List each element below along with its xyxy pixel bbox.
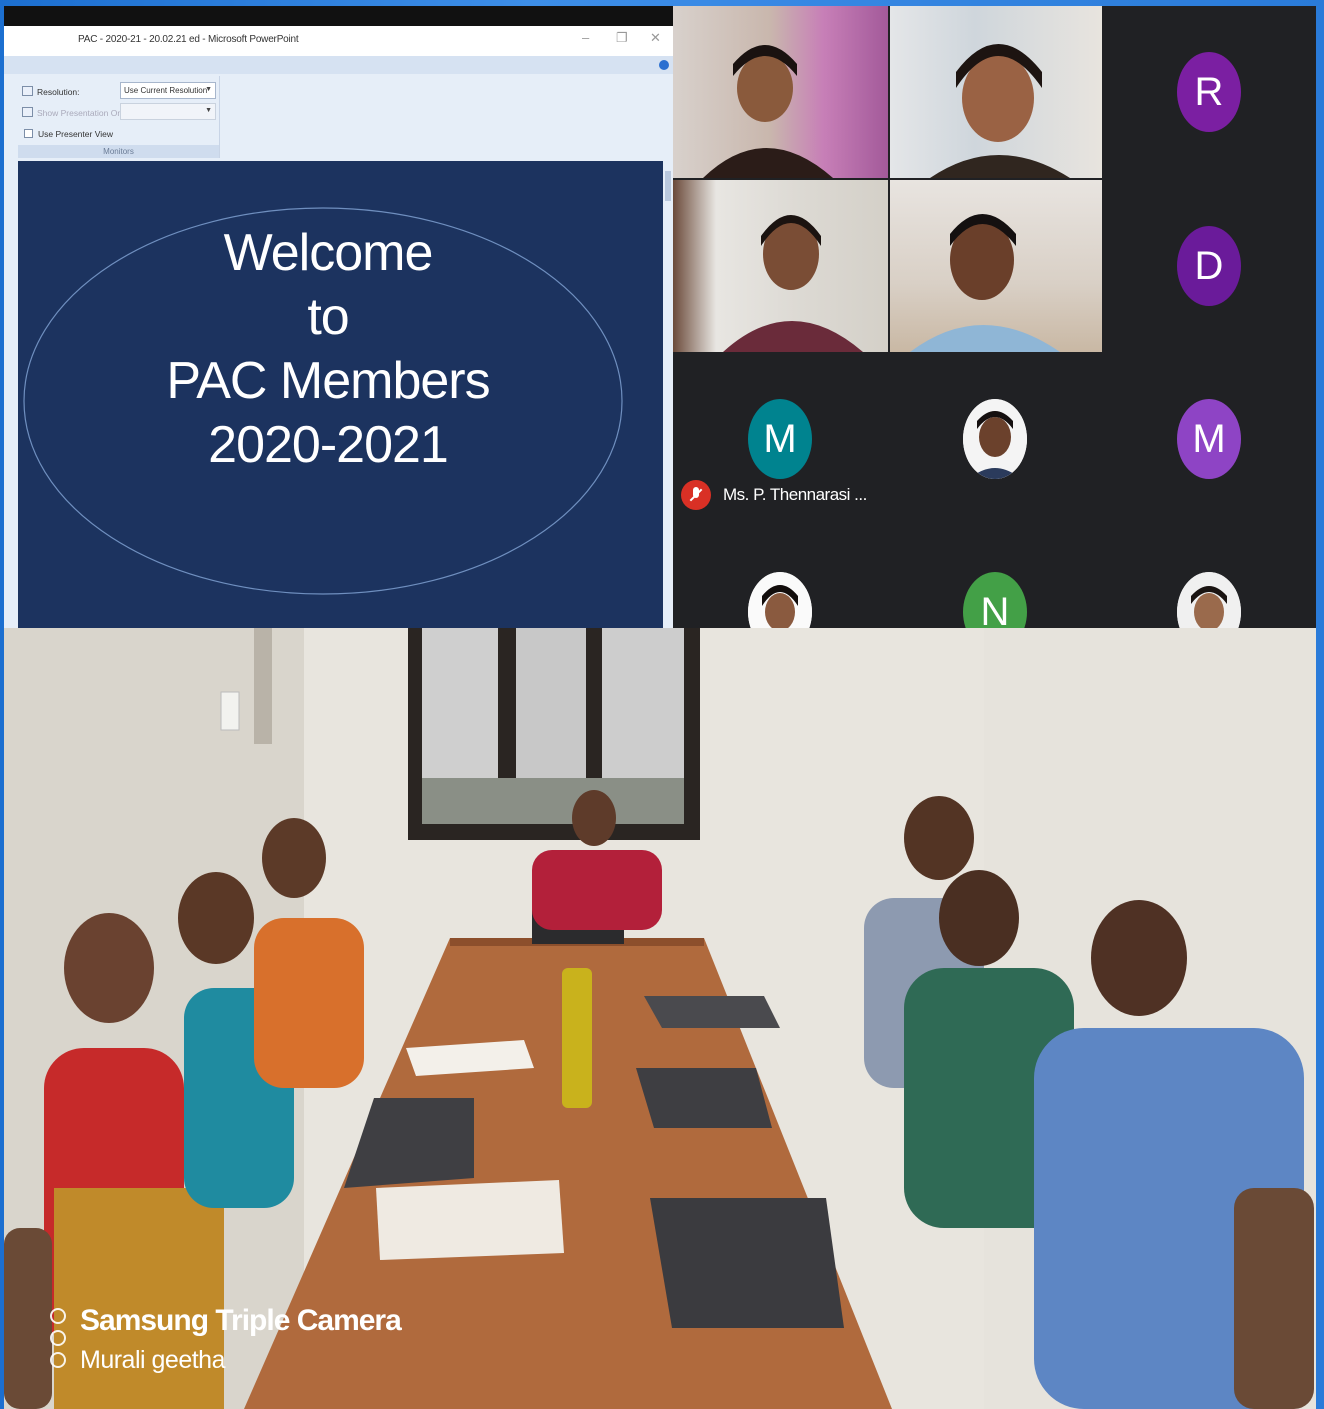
collage: PAC - 2020-21 - 20.02.21 ed - Microsoft … <box>0 0 1324 1409</box>
resolution-label: Resolution: <box>37 87 80 97</box>
profile-photo <box>1177 572 1241 628</box>
ribbon: Resolution: Use Current Resolution ▼ Sho… <box>4 56 673 161</box>
monitors-group: Resolution: Use Current Resolution ▼ Sho… <box>18 76 220 158</box>
show-presentation-dropdown[interactable]: ▼ <box>120 103 216 120</box>
scroll-thumb[interactable] <box>665 171 671 201</box>
show-presentation-label: Show Presentation On: <box>37 108 125 118</box>
slide-text: Welcome to PAC Members 2020-2021 <box>48 221 608 477</box>
watermark-camera: Samsung Triple Camera <box>80 1304 402 1337</box>
participant-avatar-photo-2[interactable] <box>748 572 812 628</box>
show-presentation-row: Show Presentation On: <box>22 107 124 118</box>
help-icon[interactable] <box>659 60 669 70</box>
video-tile-3[interactable] <box>673 180 888 352</box>
profile-photo <box>748 572 812 628</box>
participant-video <box>723 215 863 352</box>
chevron-down-icon: ▼ <box>205 86 212 93</box>
room-scene <box>4 628 1316 1409</box>
minimize-button[interactable]: – <box>582 30 589 45</box>
participant-avatar-photo-3[interactable] <box>1177 572 1241 628</box>
mic-off-icon <box>681 480 711 510</box>
participant-avatar-photo[interactable] <box>963 399 1027 479</box>
resolution-icon <box>22 86 33 96</box>
conference-room-photo: Samsung Triple Camera Murali geetha <box>4 628 1316 1409</box>
presenter-view-checkbox[interactable] <box>24 129 33 138</box>
ribbon-tabstrip <box>4 56 673 74</box>
restore-button[interactable]: ❐ <box>616 30 628 46</box>
thumbnail-strip <box>4 161 18 628</box>
powerpoint-window: PAC - 2020-21 - 20.02.21 ed - Microsoft … <box>4 6 673 628</box>
participant-avatar-d[interactable]: D <box>1177 226 1241 306</box>
camera-lens-icon <box>50 1308 68 1374</box>
resolution-row: Resolution: <box>22 86 80 97</box>
watermark-author: Murali geetha <box>80 1346 225 1374</box>
close-button[interactable]: ✕ <box>650 30 661 46</box>
profile-photo <box>963 399 1027 479</box>
video-tile-1[interactable] <box>673 6 888 178</box>
slide-line-pac-members: PAC Members <box>166 352 490 410</box>
video-tile-2[interactable] <box>890 6 1102 178</box>
video-tile-4[interactable] <box>890 180 1102 352</box>
participant-video <box>910 214 1060 352</box>
slide: Welcome to PAC Members 2020-2021 <box>18 161 663 628</box>
window-title: PAC - 2020-21 - 20.02.21 ed - Microsoft … <box>78 34 299 45</box>
group-label: Monitors <box>18 145 219 158</box>
taskbar-strip <box>4 6 673 26</box>
presenter-view-label: Use Presenter View <box>38 129 113 139</box>
slide-line-welcome: Welcome <box>223 224 434 282</box>
participant-name: Ms. P. Thennarasi ... <box>723 485 867 504</box>
meeting-grid: R D M M Ms. P. Thennarasi ... N <box>673 6 1316 628</box>
presenter-view-row[interactable]: Use Presenter View <box>24 129 113 139</box>
chevron-down-icon: ▼ <box>205 107 212 114</box>
participant-avatar-m2[interactable]: M <box>1177 399 1241 479</box>
resolution-dropdown[interactable]: Use Current Resolution ▼ <box>120 82 216 99</box>
participant-avatar-m[interactable]: M <box>748 399 812 479</box>
participant-video <box>930 44 1070 178</box>
participant-avatar-n[interactable]: N <box>963 572 1027 628</box>
slide-line-year: 2020-2021 <box>208 416 449 474</box>
window-titlebar: PAC - 2020-21 - 20.02.21 ed - Microsoft … <box>4 26 673 56</box>
slide-line-to: to <box>307 288 349 346</box>
monitor-icon <box>22 107 33 117</box>
resolution-value: Use Current Resolution <box>124 86 208 95</box>
participant-video <box>703 45 833 178</box>
vertical-scrollbar[interactable] <box>663 161 673 628</box>
participant-avatar-r[interactable]: R <box>1177 52 1241 132</box>
